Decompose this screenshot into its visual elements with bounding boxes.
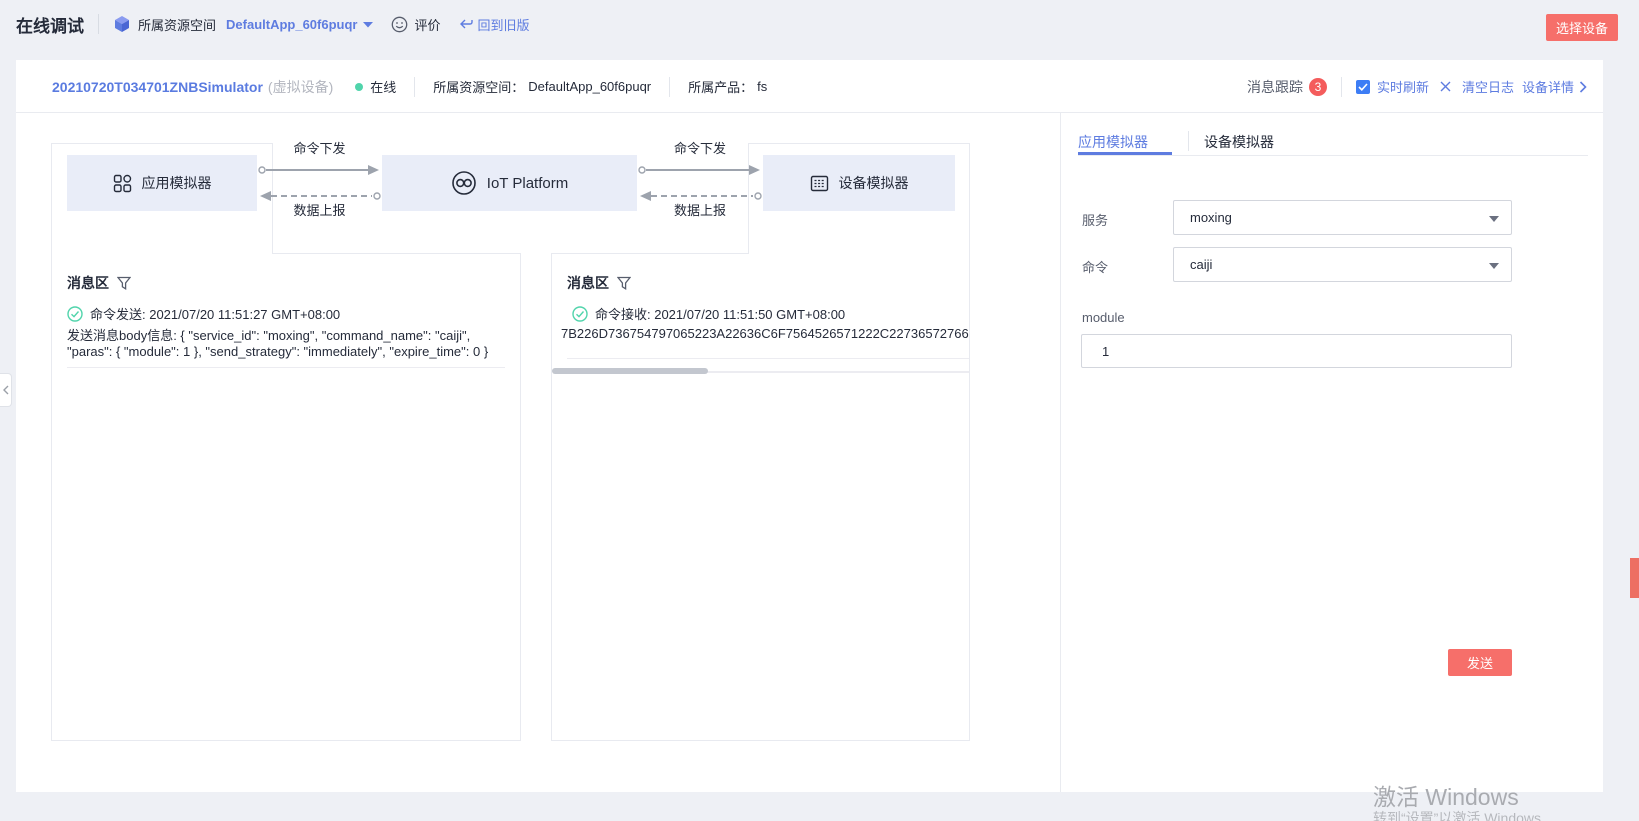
topbar-divider bbox=[98, 14, 99, 34]
service-label: 服务 bbox=[1082, 210, 1108, 229]
product-label: 所属产品： bbox=[688, 77, 753, 96]
page-title: 在线调试 bbox=[16, 12, 84, 37]
smiley-icon[interactable] bbox=[391, 16, 408, 33]
resource-space-value: DefaultApp_60f6puqr bbox=[528, 79, 651, 94]
device-detail-link[interactable]: 设备详情 bbox=[1522, 77, 1574, 96]
iot-platform-box: IoT Platform bbox=[382, 155, 637, 211]
iot-platform-label: IoT Platform bbox=[487, 175, 568, 192]
command-down-label: 命令下发 bbox=[257, 138, 382, 157]
chevron-left-icon bbox=[3, 385, 9, 395]
command-select-value: caiji bbox=[1190, 257, 1212, 272]
send-button[interactable]: 发送 bbox=[1448, 649, 1512, 676]
back-arrow-icon[interactable] bbox=[459, 18, 473, 30]
device-simulator-box: 设备模拟器 bbox=[763, 155, 955, 211]
app-simulator-box: 应用模拟器 bbox=[67, 155, 257, 211]
tab-divider bbox=[1188, 131, 1189, 151]
windows-activation-watermark: 激活 Windows bbox=[1373, 778, 1519, 812]
chevron-down-icon bbox=[1489, 216, 1499, 222]
device-message-area-title: 消息区 bbox=[567, 273, 631, 293]
tab-bar-border bbox=[1078, 155, 1588, 156]
right-panel-divider bbox=[1060, 113, 1061, 792]
realtime-refresh-label[interactable]: 实时刷新 bbox=[1377, 77, 1429, 96]
iot-platform-logo-icon bbox=[451, 170, 477, 196]
device-simulator-label: 设备模拟器 bbox=[839, 173, 909, 193]
app-message-area-title: 消息区 bbox=[67, 273, 131, 293]
tab-app-simulator[interactable]: 应用模拟器 bbox=[1078, 132, 1148, 152]
back-to-old-link[interactable]: 回到旧版 bbox=[478, 15, 530, 34]
module-label: module bbox=[1082, 310, 1125, 325]
app-grid-icon bbox=[113, 174, 132, 193]
command-down-label: 命令下发 bbox=[637, 138, 763, 157]
resource-space-label: 所属资源空间： bbox=[433, 77, 524, 96]
clear-log-link[interactable]: 清空日志 bbox=[1462, 77, 1514, 96]
product-value: fs bbox=[757, 79, 767, 94]
command-label: 命令 bbox=[1082, 257, 1108, 276]
message-area-label: 消息区 bbox=[567, 273, 609, 293]
device-name-link[interactable]: 20210720T034701ZNBSimulator bbox=[52, 79, 263, 95]
infobar-divider bbox=[669, 77, 670, 97]
module-input[interactable]: 1 bbox=[1081, 334, 1512, 368]
filter-funnel-icon[interactable] bbox=[117, 276, 131, 290]
chevron-right-icon[interactable] bbox=[1579, 81, 1587, 93]
send-body-line1: 发送消息body信息: { "service_id": "moxing", "c… bbox=[67, 325, 470, 344]
command-receive-status-row: 命令接收: 2021/07/20 11:51:50 GMT+08:00 bbox=[572, 304, 845, 323]
message-trace-link[interactable]: 消息跟踪 bbox=[1247, 77, 1303, 97]
device-info-bar: 20210720T034701ZNBSimulator (虚拟设备) 在线 所属… bbox=[16, 60, 1603, 113]
module-input-value: 1 bbox=[1102, 344, 1109, 359]
received-payload-hex: 7B226D736754797065223A22636C6F7564526571… bbox=[561, 326, 969, 341]
command-select[interactable]: caiji bbox=[1173, 247, 1512, 282]
send-body-line2: "paras": { "module": 1 }, "send_strategy… bbox=[67, 344, 488, 359]
device-terminal-icon bbox=[810, 174, 829, 193]
tab-device-simulator[interactable]: 设备模拟器 bbox=[1204, 132, 1274, 152]
message-trace-badge: 3 bbox=[1309, 78, 1327, 96]
service-select[interactable]: moxing bbox=[1173, 200, 1512, 235]
data-up-label: 数据上报 bbox=[257, 200, 382, 219]
resource-space-cube-icon bbox=[113, 15, 131, 33]
content-panel: 20210720T034701ZNBSimulator (虚拟设备) 在线 所属… bbox=[16, 60, 1603, 792]
horizontal-scrollbar-thumb[interactable] bbox=[552, 368, 708, 374]
sidebar-collapse-handle[interactable] bbox=[0, 373, 12, 407]
rate-link[interactable]: 评价 bbox=[414, 15, 440, 34]
log-divider bbox=[567, 358, 969, 359]
data-up-label: 数据上报 bbox=[637, 200, 763, 219]
app-simulator-label: 应用模拟器 bbox=[142, 173, 212, 193]
service-select-value: moxing bbox=[1190, 210, 1232, 225]
infobar-divider bbox=[414, 77, 415, 97]
success-check-icon bbox=[572, 306, 588, 322]
chevron-down-icon bbox=[1489, 263, 1499, 269]
infobar-divider bbox=[1341, 77, 1342, 97]
feedback-side-tab[interactable] bbox=[1630, 558, 1639, 598]
command-send-status-row: 命令发送: 2021/07/20 11:51:27 GMT+08:00 bbox=[67, 304, 340, 323]
resource-space-selector[interactable]: DefaultApp_60f6puqr bbox=[226, 17, 357, 32]
resource-space-label: 所属资源空间 bbox=[138, 15, 216, 34]
message-area-label: 消息区 bbox=[67, 273, 109, 293]
realtime-refresh-checkbox[interactable] bbox=[1356, 80, 1370, 94]
chevron-down-icon[interactable] bbox=[363, 21, 373, 28]
command-send-status: 命令发送: 2021/07/20 11:51:27 GMT+08:00 bbox=[90, 304, 340, 323]
close-icon[interactable] bbox=[1440, 81, 1451, 92]
windows-activation-watermark-subtext: 转到“设置”以激活 Windows bbox=[1373, 808, 1541, 821]
top-bar: 在线调试 所属资源空间 DefaultApp_60f6puqr 评价 bbox=[0, 0, 1639, 60]
online-status-dot bbox=[355, 83, 363, 91]
log-divider bbox=[67, 367, 505, 368]
success-check-icon bbox=[67, 306, 83, 322]
command-receive-status: 命令接收: 2021/07/20 11:51:50 GMT+08:00 bbox=[595, 304, 845, 323]
filter-funnel-icon[interactable] bbox=[617, 276, 631, 290]
select-device-button[interactable]: 选择设备 bbox=[1546, 14, 1618, 41]
device-type-suffix: (虚拟设备) bbox=[268, 77, 333, 97]
online-status-text: 在线 bbox=[370, 77, 396, 96]
